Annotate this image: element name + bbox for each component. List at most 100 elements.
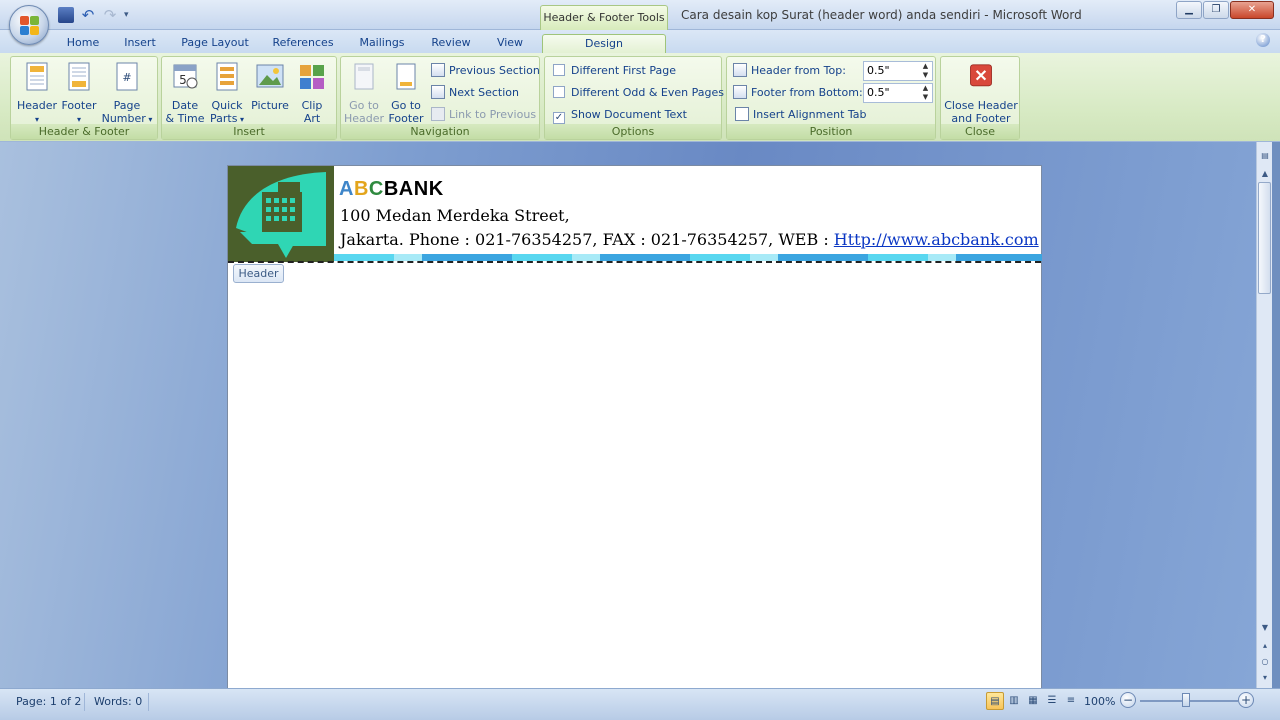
- zoom-slider-thumb[interactable]: [1182, 693, 1190, 707]
- page-number-button[interactable]: # Page Number ▾: [99, 61, 155, 126]
- tab-references[interactable]: References: [268, 34, 338, 53]
- zoom-level[interactable]: 100%: [1084, 693, 1115, 711]
- tab-insert[interactable]: Insert: [118, 34, 162, 53]
- go-to-footer-label-1: Go to: [391, 99, 421, 112]
- redo-icon[interactable]: ↷: [102, 7, 118, 23]
- different-first-page-checkbox[interactable]: Different First Page: [553, 62, 676, 80]
- tab-mailings[interactable]: Mailings: [352, 34, 412, 53]
- footer-button[interactable]: Footer ▾: [57, 61, 101, 126]
- show-document-text-label: Show Document Text: [571, 108, 687, 121]
- quick-parts-button[interactable]: Quick Parts ▾: [206, 61, 248, 126]
- undo-icon[interactable]: ↶: [80, 7, 96, 23]
- close-header-footer-label-1: Close Header: [944, 99, 1018, 112]
- svg-text:5: 5: [179, 73, 187, 87]
- go-to-footer-icon: [396, 63, 416, 90]
- save-icon[interactable]: [58, 7, 74, 23]
- tab-home[interactable]: Home: [60, 34, 106, 53]
- different-first-page-label: Different First Page: [571, 64, 676, 77]
- footer-position-icon: [733, 85, 747, 99]
- quick-access-toolbar: ↶ ↷ ▾: [58, 7, 134, 23]
- group-close: Close Header and Footer Close: [940, 56, 1020, 140]
- link-icon: [431, 107, 445, 121]
- document-page[interactable]: ABCBANK 100 Medan Merdeka Street, Jakart…: [227, 165, 1042, 688]
- zoom-out-icon[interactable]: −: [1120, 692, 1136, 708]
- footer-from-bottom-label-row: Footer from Bottom:: [733, 84, 863, 102]
- customize-toolbar-icon[interactable]: ▾: [124, 7, 134, 23]
- outline-view-icon[interactable]: ☰: [1043, 692, 1061, 710]
- website-link[interactable]: Http://www.abcbank.com: [834, 230, 1039, 249]
- document-area: ABCBANK 100 Medan Merdeka Street, Jakart…: [0, 142, 1256, 688]
- link-to-previous-label: Link to Previous: [449, 108, 537, 121]
- next-section-label: Next Section: [449, 86, 519, 99]
- close-x-icon: [970, 64, 992, 87]
- print-layout-view-icon[interactable]: ▤: [986, 692, 1004, 710]
- date-time-button[interactable]: 5 Date & Time: [164, 61, 206, 125]
- decorative-color-strip: [334, 254, 1042, 261]
- select-browse-object-icon[interactable]: ○: [1257, 654, 1273, 669]
- header-from-top-label: Header from Top:: [751, 64, 846, 77]
- scroll-down-icon[interactable]: ▼: [1257, 620, 1273, 635]
- company-name: ABCBANK: [339, 178, 444, 201]
- full-screen-reading-icon[interactable]: ▥: [1005, 692, 1023, 710]
- bank-logo-icon: [228, 166, 334, 262]
- go-to-header-button[interactable]: Go to Header: [343, 61, 385, 125]
- draft-view-icon[interactable]: ≡: [1062, 692, 1080, 710]
- vertical-scrollbar[interactable]: ▤ ▲ ▼ ▴ ○ ▾: [1256, 142, 1272, 688]
- group-header-footer: Header ▾ Footer ▾ # Page Number ▾ Header & …: [10, 56, 158, 140]
- address-line-2-text: Jakarta. Phone : 021-76354257, FAX : 021…: [340, 230, 834, 249]
- address-line-2: Jakarta. Phone : 021-76354257, FAX : 021…: [340, 230, 1039, 249]
- group-insert: 5 Date & Time Quick Parts ▾ Picture Clip Ar…: [161, 56, 337, 140]
- quick-parts-icon: [216, 62, 238, 91]
- page-count[interactable]: Page: 1 of 2: [16, 693, 81, 711]
- web-layout-icon[interactable]: ▦: [1024, 692, 1042, 710]
- header-boundary-line: [228, 261, 1041, 263]
- tab-view[interactable]: View: [490, 34, 530, 53]
- insert-alignment-tab-button[interactable]: Insert Alignment Tab: [735, 106, 867, 124]
- tab-page-layout[interactable]: Page Layout: [178, 34, 252, 53]
- clip-art-button[interactable]: Clip Art: [292, 61, 332, 125]
- different-odd-even-label: Different Odd & Even Pages: [571, 86, 724, 99]
- company-name-rest: BANK: [383, 178, 444, 200]
- picture-button[interactable]: Picture: [248, 61, 292, 112]
- tab-design[interactable]: Design: [542, 34, 666, 53]
- page-number-icon: #: [116, 62, 138, 91]
- scroll-up-icon[interactable]: ▲: [1257, 166, 1273, 181]
- link-to-previous-button[interactable]: Link to Previous: [431, 106, 536, 124]
- footer-label: Footer: [61, 99, 97, 112]
- help-icon[interactable]: ?: [1256, 33, 1270, 47]
- close-window-button[interactable]: ✕: [1230, 1, 1274, 19]
- word-count[interactable]: Words: 0: [94, 693, 142, 711]
- group-position: Header from Top: 0.5" ▲ ▼ Footer from Bot…: [726, 56, 936, 140]
- scrollbar-thumb[interactable]: [1258, 182, 1271, 294]
- next-section-button[interactable]: Next Section: [431, 84, 519, 102]
- different-odd-even-checkbox[interactable]: Different Odd & Even Pages: [553, 84, 724, 102]
- previous-section-label: Previous Section: [449, 64, 540, 77]
- checkbox-icon: [553, 86, 565, 98]
- group-label-insert: Insert: [162, 124, 336, 139]
- header-from-top-input[interactable]: 0.5" ▲ ▼: [863, 61, 933, 81]
- previous-page-icon[interactable]: ▴: [1257, 638, 1273, 653]
- show-document-text-checkbox[interactable]: ✓ Show Document Text: [553, 106, 687, 124]
- spin-arrows-icon[interactable]: ▲ ▼: [921, 84, 930, 102]
- group-label-position: Position: [727, 124, 935, 139]
- ribbon: Header ▾ Footer ▾ # Page Number ▾ Header & …: [0, 53, 1280, 142]
- status-divider: [148, 693, 149, 711]
- office-button[interactable]: [9, 5, 49, 45]
- close-header-footer-button[interactable]: Close Header and Footer: [943, 63, 1019, 125]
- spin-arrows-icon[interactable]: ▲ ▼: [921, 62, 930, 80]
- previous-section-button[interactable]: Previous Section: [431, 62, 540, 80]
- title-bar: ↶ ↷ ▾ Header & Footer Tools Cara desain …: [0, 0, 1280, 45]
- group-label-navigation: Navigation: [341, 124, 539, 139]
- go-to-footer-button[interactable]: Go to Footer: [385, 61, 427, 125]
- zoom-in-icon[interactable]: +: [1238, 692, 1254, 708]
- tab-review[interactable]: Review: [424, 34, 478, 53]
- checkbox-icon: [553, 64, 565, 76]
- next-page-icon[interactable]: ▾: [1257, 670, 1273, 685]
- maximize-button[interactable]: ❐: [1203, 1, 1229, 19]
- minimize-button[interactable]: ▁: [1176, 1, 1202, 19]
- picture-icon: [256, 64, 284, 88]
- ruler-toggle-icon[interactable]: ▤: [1257, 148, 1273, 163]
- header-button[interactable]: Header ▾: [15, 61, 59, 126]
- footer-from-bottom-value: 0.5": [867, 86, 890, 99]
- footer-from-bottom-input[interactable]: 0.5" ▲ ▼: [863, 83, 933, 103]
